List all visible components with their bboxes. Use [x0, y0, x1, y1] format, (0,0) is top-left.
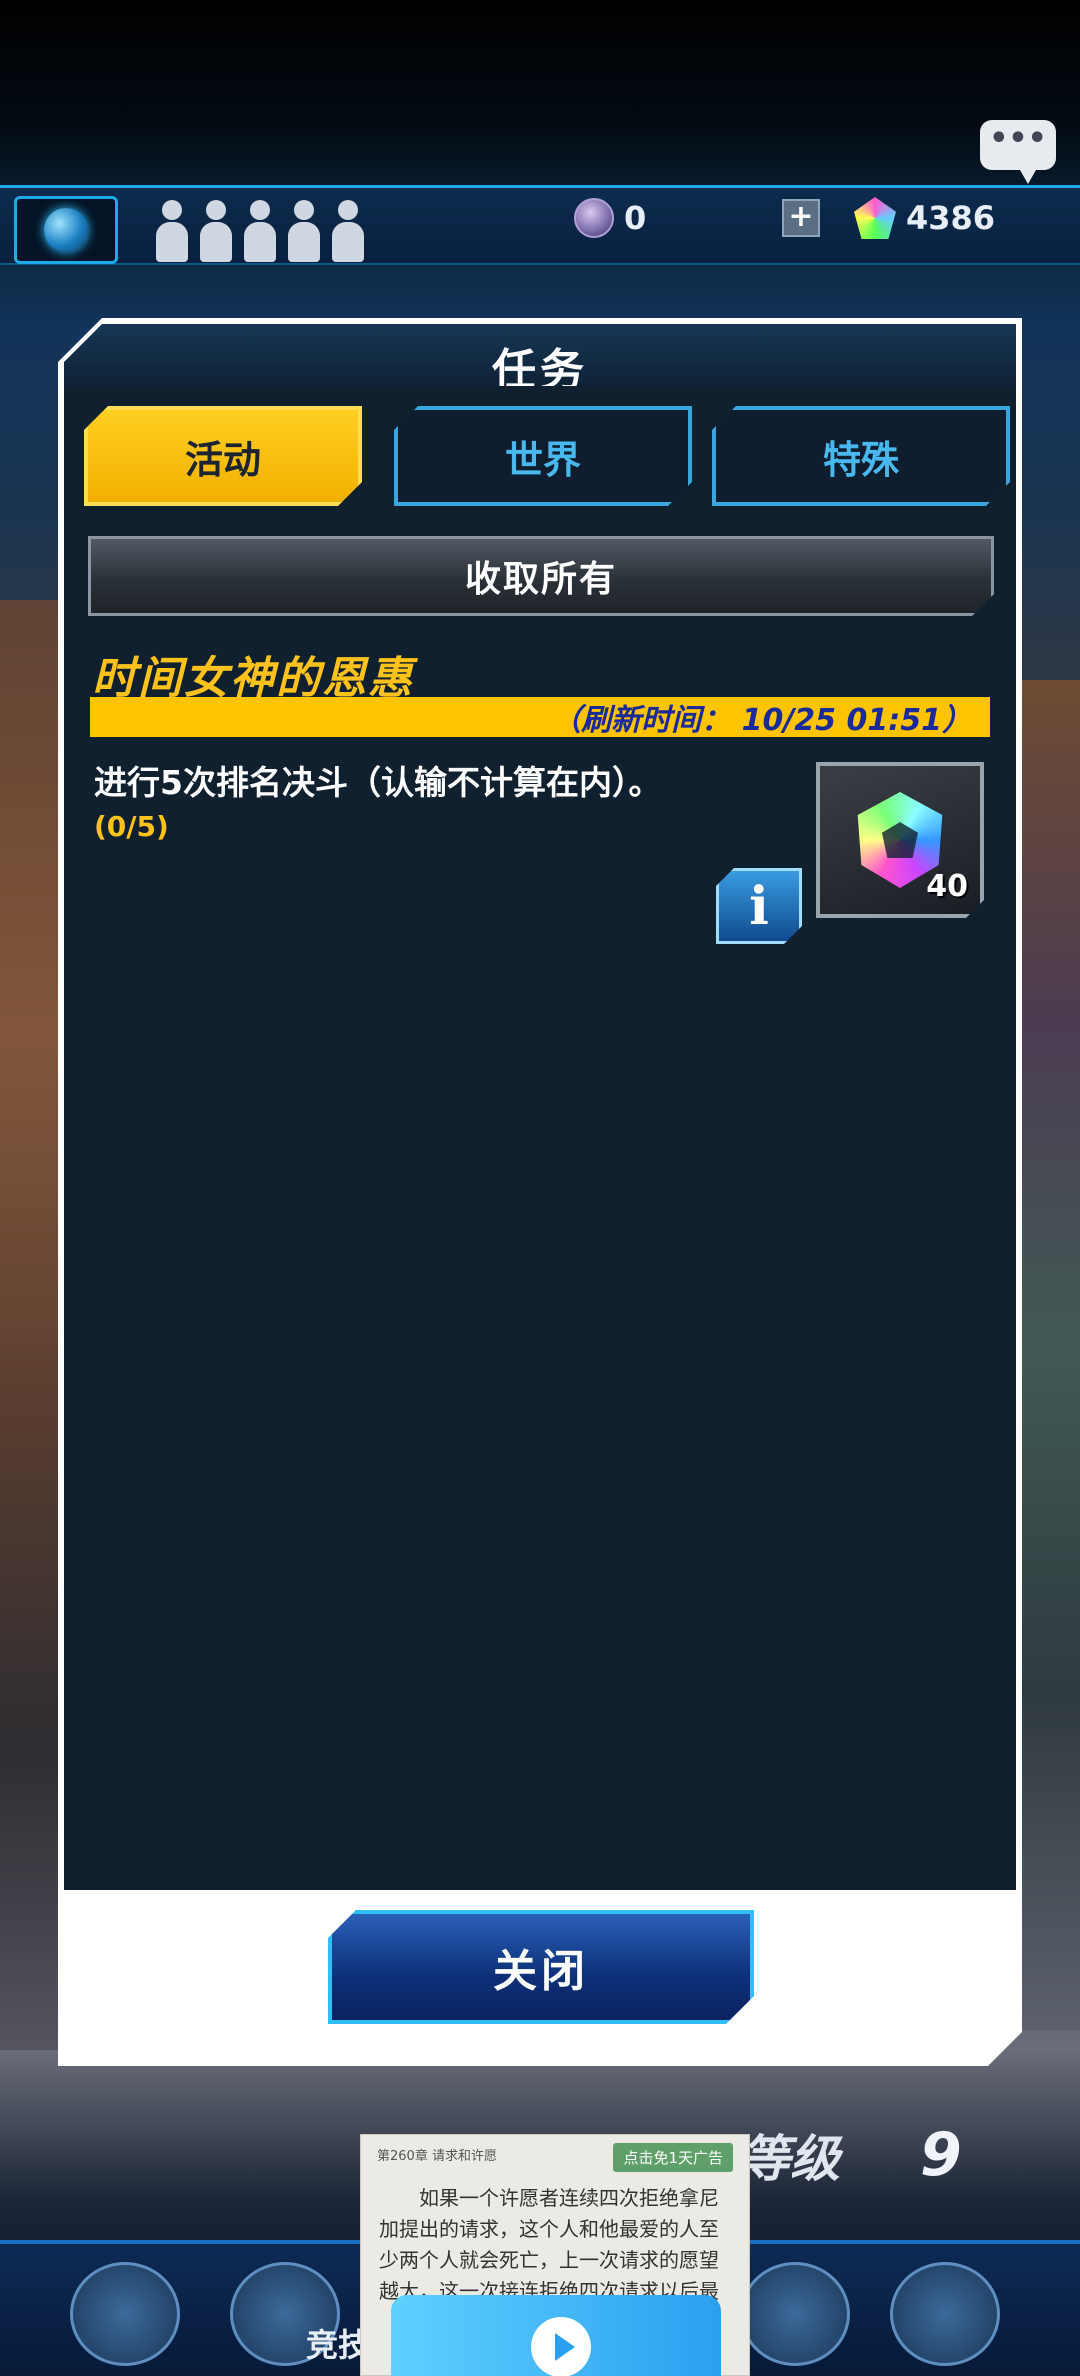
orb-currency: 0: [574, 196, 646, 240]
ad-chapter-title: 第260章 请求和许愿: [377, 2149, 497, 2164]
refresh-time-bar: （刷新时间： 10/25 01:51）: [90, 697, 990, 738]
dialog-title-bar: 任务: [64, 324, 1016, 386]
ad-play-banner[interactable]: [391, 2295, 721, 2376]
add-gems-button[interactable]: +: [782, 199, 820, 237]
ad-overlay[interactable]: 第260章 请求和许愿 点击免1天广告 如果一个许愿者连续四次拒绝拿尼加提出的请…: [360, 2134, 750, 2376]
world-globe-button[interactable]: [14, 196, 118, 264]
player-slot-icon: [198, 200, 234, 262]
gem-icon: [854, 197, 896, 239]
level-badge: 等级 9: [740, 2120, 1080, 2190]
close-button[interactable]: 关闭: [328, 1910, 754, 2024]
tab-special[interactable]: 特殊: [712, 406, 1010, 506]
level-value: 9: [920, 2120, 962, 2190]
reward-item[interactable]: 40: [816, 762, 984, 918]
player-slot-icon: [286, 200, 322, 262]
nav-cards-icon[interactable]: [740, 2262, 850, 2366]
ad-text: 如果一个许愿者连续四次拒绝拿尼加提出的请求，这个人和他最爱的人至少两个人就会死亡…: [379, 2186, 719, 2303]
quest-info-button[interactable]: i: [716, 868, 802, 944]
collect-all-button[interactable]: 收取所有: [88, 536, 994, 616]
chat-icon[interactable]: •••: [980, 120, 1056, 184]
background-building-right: [1020, 680, 1080, 2030]
gem-count: 4386: [906, 199, 996, 237]
level-label: 等级: [740, 2130, 840, 2188]
player-slots: [154, 200, 366, 262]
mission-tabs: 活动 世界 特殊: [64, 396, 1016, 508]
play-icon: [531, 2317, 591, 2376]
player-slot-icon: [154, 200, 190, 262]
nav-lock-icon[interactable]: [890, 2262, 1000, 2366]
ad-skip-button[interactable]: 点击免1天广告: [613, 2143, 733, 2172]
tab-world[interactable]: 世界: [394, 406, 692, 506]
quest-progress: (0/5): [94, 810, 169, 843]
globe-icon: [44, 208, 88, 252]
quest-description: 进行5次排名决斗（认输不计算在内）。: [94, 763, 662, 802]
nav-gear-icon[interactable]: [70, 2262, 180, 2366]
orb-count: 0: [624, 199, 647, 237]
player-slot-icon: [242, 200, 278, 262]
tab-event[interactable]: 活动: [84, 406, 362, 506]
refresh-time-text: （刷新时间： 10/25 01:51）: [551, 703, 972, 738]
orb-icon: [574, 198, 614, 238]
gem-currency: + 4386: [782, 196, 995, 240]
reward-count: 40: [926, 869, 968, 904]
player-slot-icon: [330, 200, 366, 262]
